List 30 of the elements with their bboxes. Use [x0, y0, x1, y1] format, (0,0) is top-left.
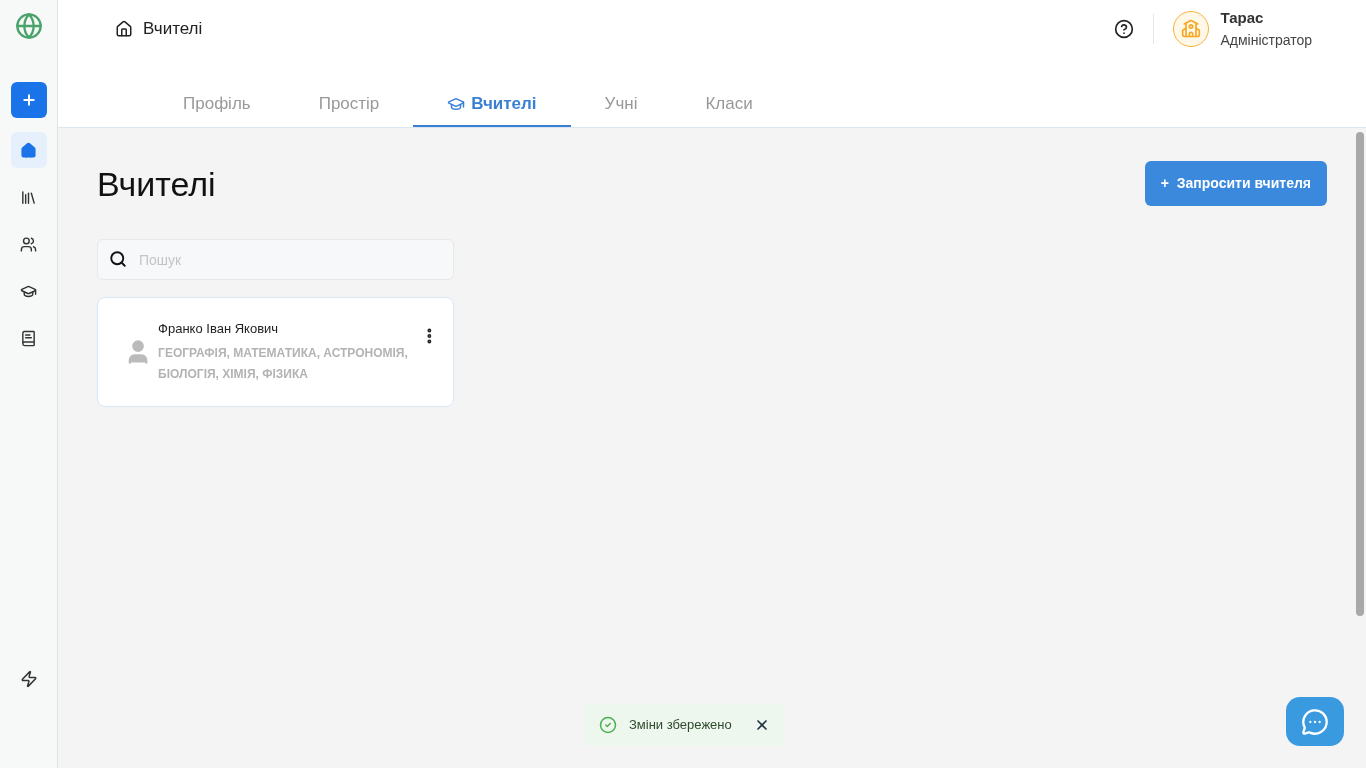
tab[interactable]: Учні: [570, 83, 672, 127]
toast-message: Зміни збережено: [629, 716, 732, 735]
user-role: Адміністратор: [1220, 31, 1312, 50]
home-icon[interactable]: [115, 20, 133, 38]
tab[interactable]: Профіль: [149, 83, 285, 127]
graduation-cap-icon: [447, 95, 466, 113]
check-icon: [599, 716, 617, 734]
page-title: Вчителі: [97, 164, 216, 205]
teacher-card[interactable]: Франко Іван Якович ГЕОГРАФІЯ, МАТЕМАТИКА, АСТРОНОМІЯ, БІОЛОГІЯ, ХІМІЯ, ФІЗИКА: [97, 297, 454, 407]
search-icon: [109, 250, 127, 268]
teacher-subjects: ГЕОГРАФІЯ, МАТЕМАТИКА, АСТРОНОМІЯ, БІОЛОГІЯ, ХІМІЯ, ФІЗИКА: [158, 345, 409, 384]
users-icon: [20, 235, 37, 253]
teacher-name: Франко Іван Якович: [158, 319, 280, 338]
user-name: Тарас: [1220, 8, 1265, 28]
notebook-icon: [20, 329, 37, 347]
help-icon[interactable]: [1114, 19, 1135, 39]
tab[interactable]: Простір: [284, 83, 414, 127]
tab[interactable]: Вчителі: [413, 83, 571, 127]
tab[interactable]: Класи: [671, 83, 787, 127]
add-button[interactable]: [10, 82, 47, 118]
logo-icon: [14, 12, 43, 40]
plus-icon: [20, 92, 37, 108]
chat-button[interactable]: [1286, 697, 1344, 746]
chat-bubble-icon: [1301, 707, 1329, 736]
home-icon: [20, 141, 37, 159]
lightning-icon[interactable]: [19, 670, 38, 688]
invite-button[interactable]: + Запросити вчителя: [1144, 161, 1327, 206]
books-icon: [20, 188, 37, 206]
breadcrumb: Вчителі: [143, 18, 203, 41]
scrollbar[interactable]: [1356, 132, 1364, 616]
